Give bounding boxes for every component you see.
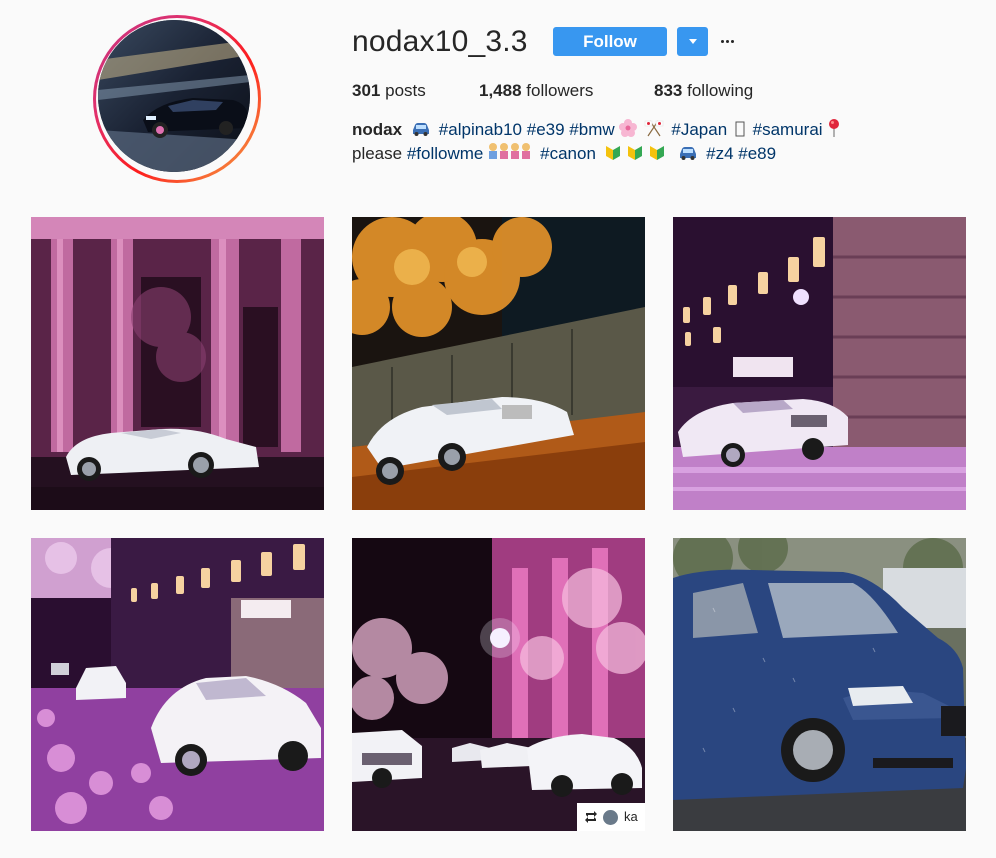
hashtag-link[interactable]: #alpinab10 [439, 120, 522, 139]
post-thumbnail[interactable] [673, 538, 966, 831]
hashtag-link[interactable]: #followme [407, 144, 484, 163]
post-thumbnail[interactable]: ka [352, 538, 645, 831]
posts-label: posts [385, 81, 426, 100]
follow-button[interactable]: Follow [553, 27, 667, 56]
posts-count: 301 [352, 81, 381, 100]
crossed-flags-emoji-icon [644, 118, 664, 145]
people-emoji-icon [486, 142, 532, 169]
followers-count: 1,488 [479, 81, 522, 100]
following-count: 833 [654, 81, 683, 100]
post-thumbnail[interactable] [673, 217, 966, 510]
caret-down-icon [689, 39, 697, 44]
regram-username: ka [624, 809, 638, 824]
hashtag-link[interactable]: #canon [540, 144, 596, 163]
regram-icon [584, 810, 598, 824]
car-emoji-icon [678, 144, 698, 169]
following-label: following [687, 81, 754, 100]
hashtag-link[interactable]: #e39 [527, 120, 565, 139]
regram-badge: ka [577, 803, 645, 831]
post-thumbnail[interactable] [31, 538, 324, 831]
avatar [603, 810, 618, 825]
bio-text: please [352, 144, 403, 163]
followers-label: followers [526, 81, 594, 100]
hashtag-link[interactable]: #samurai [753, 120, 823, 139]
following-link[interactable]: 833 following [654, 79, 753, 103]
avatar[interactable] [98, 20, 250, 172]
more-options-button[interactable] [718, 26, 740, 56]
pin-emoji-icon [826, 118, 842, 145]
story-ring[interactable] [93, 15, 261, 183]
bio: nodax #alpinab10 #e39 #bmw #Japan #samur… [352, 118, 952, 166]
profile-page: nodax10_3.3 Follow 301 posts 1,488 follo… [0, 0, 996, 858]
hashtag-link[interactable]: #Japan [671, 120, 727, 139]
cherry-blossom-emoji-icon [618, 118, 638, 145]
followers-link[interactable]: 1,488 followers [479, 79, 593, 103]
hashtag-link[interactable]: #bmw [569, 120, 614, 139]
hashtag-link[interactable]: #z4 [706, 144, 733, 163]
posts-stat: 301 posts [352, 79, 426, 103]
post-thumbnail[interactable] [352, 217, 645, 510]
username: nodax10_3.3 [352, 25, 528, 58]
hashtag-link[interactable]: #e89 [738, 144, 776, 163]
bio-line-1: nodax #alpinab10 #e39 #bmw #Japan #samur… [352, 118, 952, 142]
post-thumbnail[interactable] [31, 217, 324, 510]
suggested-dropdown-button[interactable] [677, 27, 708, 56]
full-name: nodax [352, 120, 403, 139]
beginner-emoji-icon [604, 142, 668, 169]
bio-line-2: please #followme #canon #z4 #e89 [352, 142, 952, 166]
